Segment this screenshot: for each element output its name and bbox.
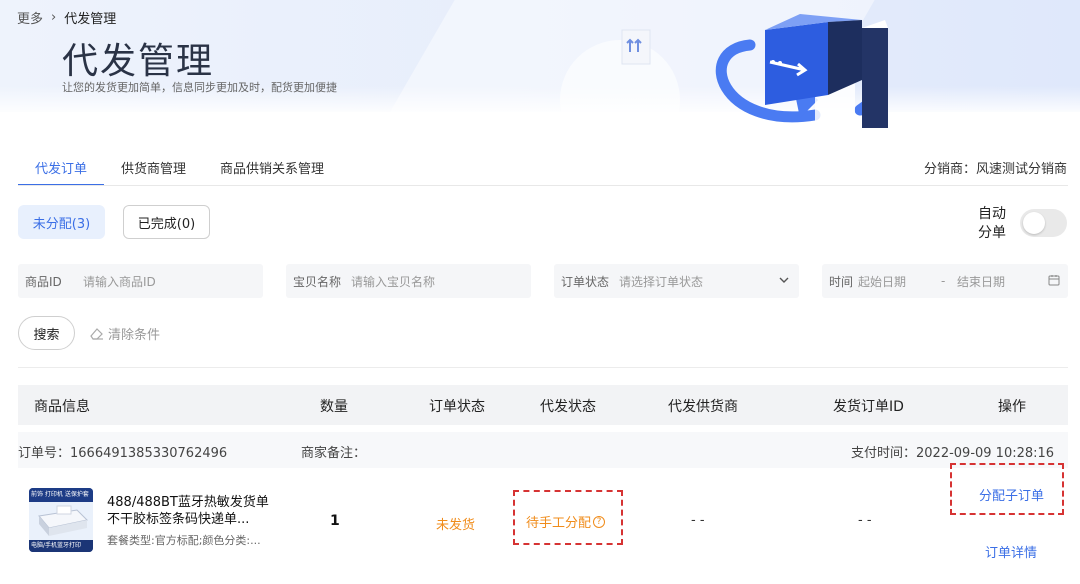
- auto-assign-toggle[interactable]: [1020, 209, 1067, 237]
- pay-time: 支付时间：2022-09-09 10:28:16: [851, 446, 1055, 461]
- column-ship-order-id: 发货订单ID: [833, 399, 904, 415]
- help-icon[interactable]: ?: [593, 515, 606, 528]
- filter-completed-button[interactable]: 已完成(0): [123, 205, 210, 239]
- merchant-note: 商家备注：: [301, 446, 367, 461]
- section-divider: [18, 367, 1068, 368]
- search-button[interactable]: 搜索: [18, 316, 75, 350]
- product-title[interactable]: 488/488BT蓝牙热敏发货单不干胶标签条码快递单...: [107, 494, 272, 528]
- end-date-input[interactable]: 结束日期: [957, 273, 1005, 290]
- order-status-placeholder: 请选择订单状态: [619, 274, 704, 289]
- item-name-input[interactable]: 请输入宝贝名称: [351, 273, 435, 290]
- start-date-input[interactable]: 起始日期: [858, 273, 941, 290]
- dispatch-status-label: 待手工分配: [526, 516, 592, 531]
- product-sku: 套餐类型:官方标配;颜色分类:...: [107, 534, 261, 547]
- date-separator: -: [941, 274, 946, 288]
- assign-suborder-link[interactable]: 分配子订单: [979, 485, 1044, 504]
- table-header: 商品信息 数量 订单状态 代发状态 代发供货商 发货订单ID 操作: [18, 385, 1068, 425]
- thumbnail-footer: 电脑/手机蓝牙打印: [29, 540, 93, 552]
- quantity-value: 1: [330, 513, 340, 529]
- dispatch-status-value[interactable]: 待手工分配 ?: [526, 512, 606, 531]
- tab-bar: 代发订单 供货商管理 商品供销关系管理: [18, 150, 341, 186]
- chevron-down-icon: [779, 277, 789, 283]
- table-row: 前饰 打印机 送保护套 电脑/手机蓝牙打印 488/488BT蓝牙热敏发货单不干…: [18, 463, 1068, 572]
- order-status-label: 订单状态: [561, 274, 610, 289]
- order-info-bar: 订单号：1666491385330762496 商家备注： 支付时间：2022-…: [18, 432, 1068, 468]
- order-status-value: 未发货: [436, 518, 476, 533]
- column-quantity: 数量: [320, 399, 348, 415]
- eraser-icon: [90, 328, 103, 340]
- item-name-field[interactable]: 宝贝名称 请输入宝贝名称: [286, 264, 531, 298]
- column-dispatch-status: 代发状态: [540, 399, 596, 415]
- column-actions: 操作: [998, 399, 1026, 415]
- page-title: 代发管理: [62, 41, 215, 82]
- tab-divider: [18, 185, 1068, 186]
- column-product-info: 商品信息: [34, 399, 90, 415]
- ship-order-id-value: - -: [858, 513, 872, 528]
- breadcrumb-parent[interactable]: 更多: [17, 8, 43, 27]
- product-id-input[interactable]: 请输入商品ID: [83, 273, 156, 290]
- printer-image: [29, 502, 93, 540]
- product-id-label: 商品ID: [25, 274, 62, 289]
- order-status-select[interactable]: 订单状态 请选择订单状态: [554, 264, 799, 298]
- printer-icon: [38, 505, 89, 536]
- chevron-right-icon: ›: [51, 10, 57, 25]
- thumbnail-footer-text: 电脑/手机蓝牙打印: [31, 542, 82, 549]
- tab-dropship-orders[interactable]: 代发订单: [18, 150, 105, 186]
- toggle-knob: [1023, 212, 1045, 234]
- thumbnail-header: 前饰 打印机 送保护套: [29, 488, 93, 502]
- time-label: 时间: [829, 274, 854, 289]
- box-illustration-icon: [621, 14, 888, 130]
- clear-filters-label: 清除条件: [108, 328, 161, 343]
- order-number: 订单号：1666491385330762496: [18, 446, 228, 461]
- product-id-field[interactable]: 商品ID 请输入商品ID: [18, 264, 263, 298]
- page-subtitle: 让您的发货更加简单，信息同步更加及时，配货更加便捷: [62, 81, 337, 94]
- item-name-label: 宝贝名称: [293, 274, 342, 289]
- supplier-value: - -: [691, 513, 705, 528]
- filter-unassigned-button[interactable]: 未分配(3): [18, 205, 105, 239]
- order-detail-link[interactable]: 订单详情: [985, 542, 1037, 561]
- column-order-status: 订单状态: [429, 399, 485, 415]
- breadcrumb: 更多 › 代发管理: [17, 8, 116, 27]
- column-dispatch-supplier: 代发供货商: [668, 399, 738, 415]
- breadcrumb-current: 代发管理: [64, 12, 117, 27]
- tab-supply-relationship[interactable]: 商品供销关系管理: [203, 150, 341, 186]
- clear-filters-button[interactable]: 清除条件: [89, 324, 160, 343]
- auto-assign-label: 自动分单: [978, 206, 1006, 241]
- product-thumbnail[interactable]: 前饰 打印机 送保护套 电脑/手机蓝牙打印: [29, 488, 93, 552]
- calendar-icon: [1048, 275, 1060, 286]
- tab-supplier-management[interactable]: 供货商管理: [104, 150, 203, 186]
- distributor-label: 分销商：风速测试分销商: [923, 162, 1067, 177]
- thumbnail-header-text: 前饰 打印机 送保护套: [31, 491, 89, 498]
- date-range-picker[interactable]: 时间 起始日期 - 结束日期: [822, 264, 1068, 298]
